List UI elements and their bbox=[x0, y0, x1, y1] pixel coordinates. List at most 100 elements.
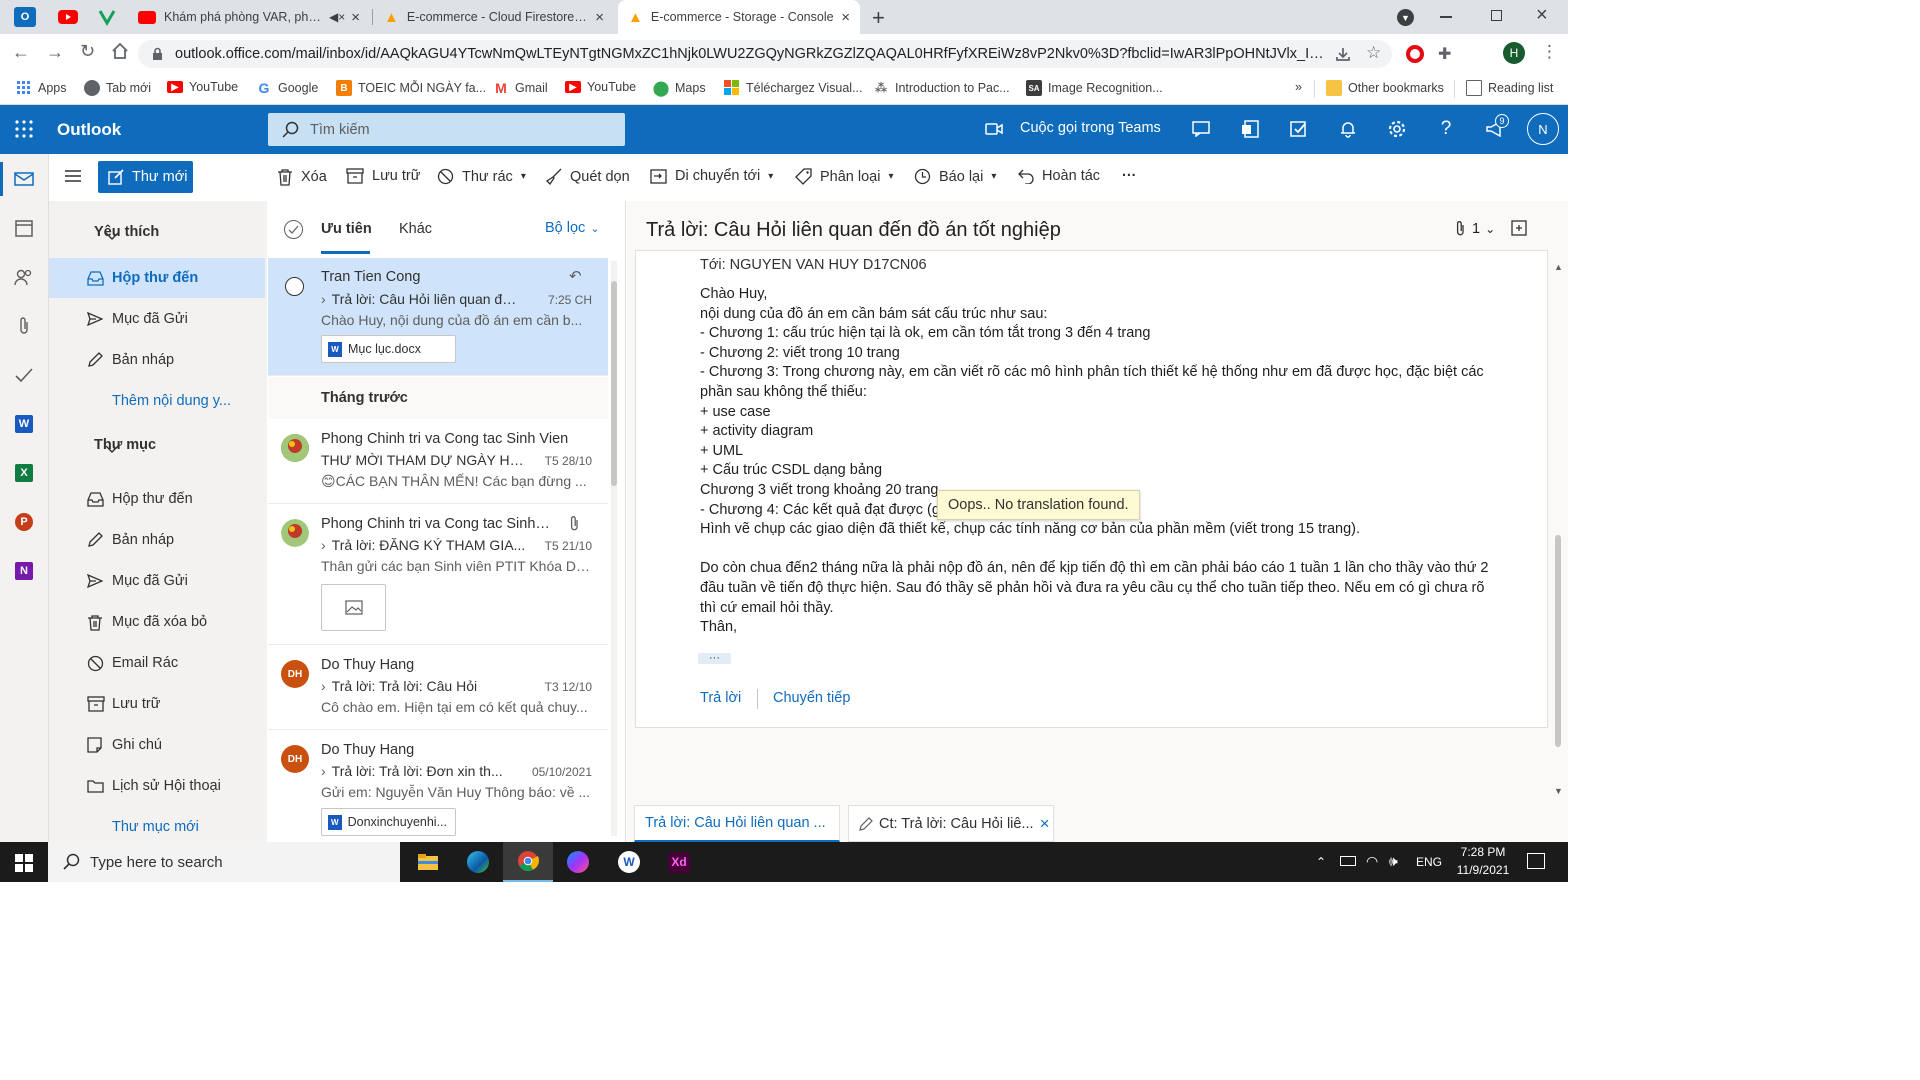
forward-arrow-icon[interactable]: → bbox=[46, 42, 64, 63]
folder-favorite-drafts[interactable]: Bản nháp bbox=[49, 340, 265, 380]
install-app-icon[interactable] bbox=[1334, 45, 1352, 63]
wifi-icon[interactable]: ◠ bbox=[1366, 853, 1378, 870]
video-call-icon[interactable] bbox=[985, 122, 1003, 136]
bookmark-maps[interactable]: ⬤ Maps bbox=[653, 80, 706, 97]
profile-avatar[interactable]: H bbox=[1503, 42, 1525, 64]
tab-youtube[interactable]: Khám phá phòng VAR, phòng ◀× × bbox=[128, 0, 370, 34]
folder-sent[interactable]: Mục đã Gửi bbox=[49, 561, 265, 601]
app-name[interactable]: Outlook bbox=[57, 120, 121, 140]
reply-button[interactable]: Trả lời bbox=[700, 690, 741, 706]
language-indicator[interactable]: ENG bbox=[1416, 855, 1442, 869]
user-avatar[interactable]: N bbox=[1527, 113, 1559, 145]
app-launcher-icon[interactable] bbox=[15, 120, 33, 138]
list-item[interactable]: Tran Tien Cong ↶ › Trả lời: Câu Hỏi liên … bbox=[268, 258, 608, 376]
forward-button[interactable]: Chuyển tiếp bbox=[773, 690, 850, 706]
more-commands-button[interactable]: ··· bbox=[1122, 168, 1137, 184]
select-checkbox[interactable] bbox=[285, 277, 304, 296]
opera-extension-icon[interactable] bbox=[1406, 45, 1424, 63]
close-tab-icon[interactable]: × bbox=[841, 9, 850, 26]
excel-icon[interactable]: X bbox=[13, 462, 35, 484]
bookmark-youtube-2[interactable]: ▶ YouTube bbox=[565, 80, 636, 94]
sweep-button[interactable]: Quét dọn bbox=[545, 168, 630, 185]
new-folder-link[interactable]: Thư mục mới bbox=[49, 807, 265, 847]
bookmark-youtube[interactable]: ▶ YouTube bbox=[167, 80, 238, 94]
clock-date[interactable]: 11/9/2021 bbox=[1450, 863, 1516, 877]
select-all-checkbox[interactable] bbox=[284, 220, 303, 239]
draft-tab-forward[interactable]: Ct: Trả lời: Câu Hỏi liê... × bbox=[848, 805, 1054, 842]
folder-drafts[interactable]: Bản nháp bbox=[49, 520, 265, 560]
chrome-browser-icon[interactable] bbox=[503, 842, 553, 882]
bookmark-google[interactable]: G Google bbox=[256, 80, 319, 96]
move-to-button[interactable]: Di chuyển tới ▾ bbox=[650, 168, 773, 184]
show-quoted-text-button[interactable]: ··· bbox=[698, 653, 731, 664]
address-bar[interactable]: outlook.office.com/mail/inbox/id/AAQkAGU… bbox=[138, 40, 1392, 68]
bookmark-star-icon[interactable]: ☆ bbox=[1366, 43, 1381, 63]
bookmark-image-recognition[interactable]: SA Image Recognition... bbox=[1026, 80, 1163, 96]
extensions-puzzle-icon[interactable]: ✚ bbox=[1438, 44, 1451, 64]
image-thumbnail[interactable] bbox=[321, 584, 386, 631]
new-tab-button[interactable]: + bbox=[872, 5, 885, 31]
folder-inbox[interactable]: Hộp thư đến bbox=[49, 479, 265, 519]
office-word-icon[interactable] bbox=[1238, 118, 1262, 140]
favorites-header[interactable]: Yêu thích bbox=[49, 212, 265, 252]
help-question-icon[interactable]: ? bbox=[1434, 118, 1458, 140]
tab-search-icon[interactable]: ▼ bbox=[1397, 9, 1414, 26]
categorize-button[interactable]: Phân loại ▾ bbox=[795, 168, 894, 185]
edge-browser-icon[interactable] bbox=[453, 842, 503, 882]
speaker-icon[interactable]: 🕪 bbox=[1389, 853, 1398, 870]
bookmark-visual-studio[interactable]: Téléchargez Visual... bbox=[724, 80, 863, 96]
list-item[interactable]: Phong Chinh tri va Cong tac Sinh ... › Tr… bbox=[268, 504, 608, 645]
chevron-up-icon[interactable]: ⌃ bbox=[1316, 855, 1326, 869]
folder-archive[interactable]: Lưu trữ bbox=[49, 684, 265, 724]
list-item[interactable]: DH Do Thuy Hang › Trả lời: Trả lời: Đơn x… bbox=[268, 730, 608, 842]
teams-call-button[interactable]: Cuộc gọi trong Teams bbox=[1020, 120, 1161, 136]
messenger-icon[interactable] bbox=[553, 842, 603, 882]
bookmark-apps[interactable]: Apps bbox=[16, 80, 67, 96]
attachment-count-button[interactable]: 1 ⌄ bbox=[1455, 220, 1495, 237]
undo-button[interactable]: Hoàn tác bbox=[1018, 168, 1100, 184]
mail-icon[interactable] bbox=[13, 168, 35, 190]
more-bookmarks-button[interactable]: » bbox=[1295, 80, 1302, 94]
battery-icon[interactable] bbox=[1340, 856, 1356, 866]
add-favorite-link[interactable]: Thêm nội dung y... bbox=[49, 381, 265, 421]
hamburger-menu-icon[interactable] bbox=[65, 170, 81, 182]
folder-notes[interactable]: Ghi chú bbox=[49, 725, 265, 765]
tab-other[interactable]: Khác bbox=[399, 221, 432, 237]
todo-check-icon[interactable] bbox=[13, 364, 35, 386]
delete-button[interactable]: Xóa bbox=[277, 168, 327, 186]
bookmark-new-tab[interactable]: Tab mới bbox=[84, 80, 151, 96]
bookmark-pac[interactable]: ⁂ Introduction to Pac... bbox=[873, 80, 1010, 96]
new-mail-button[interactable]: Thư mới bbox=[98, 161, 193, 193]
reload-icon[interactable]: ↻ bbox=[80, 41, 95, 62]
close-icon[interactable]: × bbox=[1040, 814, 1050, 834]
close-tab-icon[interactable]: × bbox=[595, 9, 604, 26]
archive-button[interactable]: Lưu trữ bbox=[346, 168, 420, 184]
home-icon[interactable] bbox=[111, 42, 129, 60]
outlook-pinned-tab-icon[interactable]: O bbox=[14, 7, 36, 27]
windows-start-icon[interactable] bbox=[15, 854, 33, 872]
close-window-icon[interactable]: × bbox=[1536, 4, 1548, 27]
powerpoint-icon[interactable]: P bbox=[13, 511, 35, 533]
attachment-chip[interactable]: W Donxinchuyenhi... bbox=[321, 808, 456, 836]
reading-scrollbar-thumb[interactable] bbox=[1555, 535, 1561, 747]
bookmark-other[interactable]: Other bookmarks bbox=[1326, 80, 1444, 96]
minimize-window-icon[interactable] bbox=[1440, 16, 1452, 18]
clock-time[interactable]: 7:28 PM bbox=[1453, 845, 1513, 859]
taskbar-search-input[interactable]: Type here to search bbox=[48, 842, 400, 882]
bookmark-toeic[interactable]: B TOEIC MỖI NGÀY fa... bbox=[336, 80, 486, 96]
folder-deleted[interactable]: Mục đã xóa bỏ bbox=[49, 602, 265, 642]
folder-favorite-inbox[interactable]: Hộp thư đến bbox=[49, 258, 265, 298]
bell-icon[interactable] bbox=[1336, 118, 1360, 140]
snooze-button[interactable]: Báo lại ▾ bbox=[914, 168, 996, 185]
word-icon[interactable]: W bbox=[13, 413, 35, 435]
close-tab-icon[interactable]: × bbox=[351, 9, 360, 26]
folder-favorite-sent[interactable]: Mục đã Gửi bbox=[49, 299, 265, 339]
tab-storage[interactable]: ▲ E-commerce - Storage - Console × bbox=[618, 0, 860, 34]
tab-focused[interactable]: Ưu tiên bbox=[321, 221, 372, 237]
notification-center-icon[interactable] bbox=[1527, 853, 1545, 869]
back-arrow-icon[interactable]: ← bbox=[12, 42, 30, 63]
calendar-icon[interactable] bbox=[13, 217, 35, 239]
word-app-icon[interactable]: W bbox=[604, 842, 654, 882]
list-scrollbar-thumb[interactable] bbox=[611, 281, 617, 486]
restore-window-icon[interactable] bbox=[1491, 10, 1502, 21]
